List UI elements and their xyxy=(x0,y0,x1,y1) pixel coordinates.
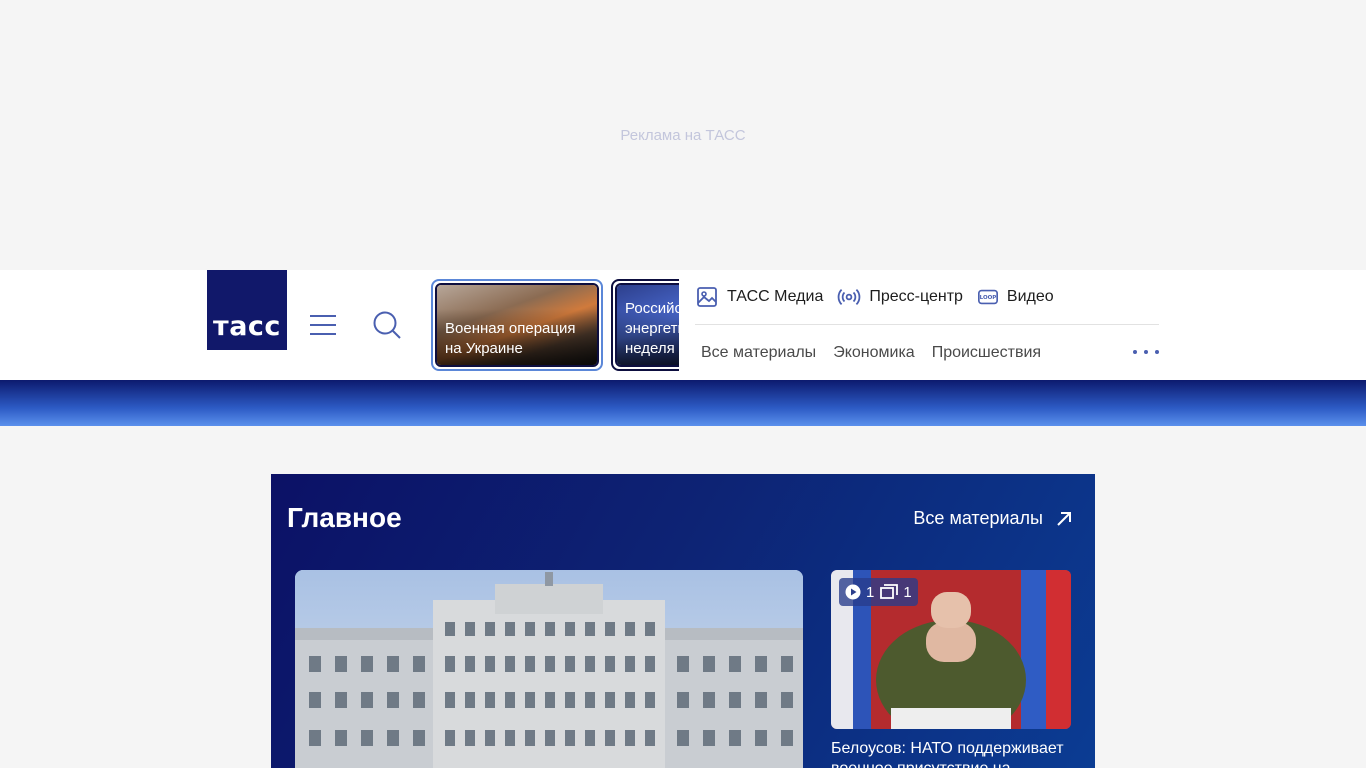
menu-button[interactable] xyxy=(308,310,338,340)
hamburger-icon xyxy=(310,315,336,335)
video-link[interactable]: LOOP Видео xyxy=(977,286,1054,308)
search-button[interactable] xyxy=(372,310,402,340)
story-title: Военная операция на Украине xyxy=(445,320,576,357)
section-title: Главное xyxy=(287,502,402,533)
video-count: 1 xyxy=(866,583,875,601)
side-news-card[interactable]: 1 1 Белоусов: НАТО поддерживает военное … xyxy=(831,570,1071,768)
side-news-image: 1 1 xyxy=(831,570,1071,729)
gallery-badge: 1 xyxy=(880,583,912,601)
main-news-block: Главное Все материалы 1 1 Белоусов: НАТО… xyxy=(271,474,1095,768)
story-title: Российская энергетическая неделя xyxy=(625,300,679,357)
search-icon xyxy=(373,311,401,339)
arrow-up-right-icon xyxy=(1057,511,1071,526)
top-links: ТАСС Медиа Пресс-центр LOOP Видео xyxy=(695,270,1159,325)
story-card[interactable]: Военная операция на Украине xyxy=(431,279,603,371)
dot-icon xyxy=(1155,350,1159,354)
story-thumbnail: Российская энергетическая неделя xyxy=(615,283,679,367)
dot-icon xyxy=(1144,350,1148,354)
header-gradient-bar xyxy=(0,380,1366,426)
tass-logo[interactable]: ТАСС xyxy=(207,270,287,350)
video-badge: 1 xyxy=(845,584,874,601)
ad-label[interactable]: Реклама на ТАСС xyxy=(0,127,1366,144)
video-label: Видео xyxy=(1006,288,1054,305)
story-thumbnail: Военная операция на Украине xyxy=(435,283,599,367)
tass-media-label: ТАСС Медиа xyxy=(727,288,824,305)
logo-text: ТАСС xyxy=(213,311,281,342)
broadcast-icon xyxy=(838,288,861,306)
all-materials-label: Все материалы xyxy=(913,508,1043,528)
site-header: ТАСС Военная операция на Украине Рос xyxy=(0,270,1366,380)
ad-banner: Реклама на ТАСС xyxy=(0,0,1366,270)
building-image xyxy=(295,570,803,768)
gallery-count: 1 xyxy=(903,583,912,601)
image-icon xyxy=(697,287,717,307)
more-menu-button[interactable] xyxy=(1133,344,1159,360)
loop-video-icon: LOOP xyxy=(977,289,998,305)
all-materials-link[interactable]: Все материалы xyxy=(913,508,1073,529)
press-center-label: Пресс-центр xyxy=(869,288,963,305)
play-circle-icon xyxy=(845,584,861,600)
stories-carousel: Военная операция на Украине Российская э… xyxy=(431,279,679,371)
gallery-icon xyxy=(880,584,899,599)
nav-all-materials[interactable]: Все материалы xyxy=(701,344,816,362)
nav-economy[interactable]: Экономика xyxy=(833,344,915,362)
dot-icon xyxy=(1133,350,1137,354)
main-news-image[interactable] xyxy=(295,570,803,768)
story-card[interactable]: Российская энергетическая неделя xyxy=(611,279,679,371)
svg-text:LOOP: LOOP xyxy=(980,295,997,301)
side-news-title: Белоусов: НАТО поддерживает военное прис… xyxy=(831,740,1064,768)
tass-media-link[interactable]: ТАСС Медиа xyxy=(695,285,823,309)
nav-incidents[interactable]: Происшествия xyxy=(932,344,1041,362)
sub-nav: Все материалы Экономика Происшествия xyxy=(701,341,1159,365)
press-center-link[interactable]: Пресс-центр xyxy=(837,285,963,309)
media-badges: 1 1 xyxy=(839,578,918,606)
